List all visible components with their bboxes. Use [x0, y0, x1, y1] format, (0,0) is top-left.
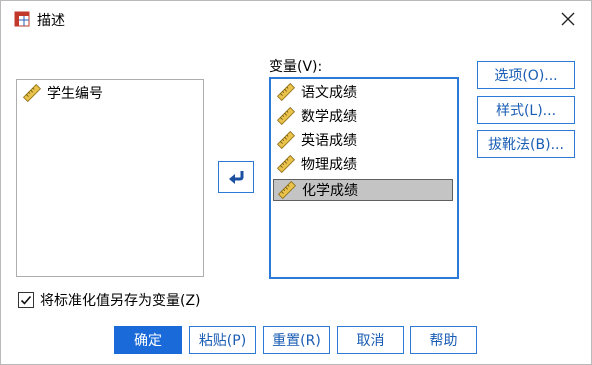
help-button[interactable]: 帮助: [410, 326, 477, 354]
window-title: 描述: [37, 13, 65, 29]
list-item-label: 化学成绩: [302, 183, 358, 199]
reset-button-label: 重置(R): [272, 333, 321, 349]
ok-button[interactable]: 确定: [114, 326, 182, 354]
title-bar: 描述: [1, 1, 591, 37]
ruler-scale-icon: [277, 131, 295, 149]
help-button-label: 帮助: [429, 333, 458, 349]
list-item-label: 语文成绩: [301, 85, 357, 101]
reset-button[interactable]: 重置(R): [263, 326, 330, 354]
ruler-scale-icon: [278, 181, 296, 199]
target-list-label: 变量(V):: [269, 59, 323, 75]
list-item[interactable]: 语文成绩: [273, 81, 453, 103]
paste-button-label: 粘贴(P): [198, 333, 247, 349]
standardize-checkbox[interactable]: [18, 292, 34, 308]
standardize-checkbox-label: 将标准化值另存为变量(Z): [40, 293, 201, 309]
arrow-back-left-icon: [229, 171, 244, 184]
cancel-button[interactable]: 取消: [337, 326, 404, 354]
bootstrap-button[interactable]: 拔靴法(B)...: [477, 130, 575, 158]
source-variable-list[interactable]: 学生编号: [16, 79, 204, 277]
list-item-label: 物理成绩: [301, 157, 357, 173]
ok-button-label: 确定: [134, 333, 162, 349]
list-item-label: 数学成绩: [301, 109, 357, 125]
ruler-scale-icon: [277, 155, 295, 173]
style-button[interactable]: 样式(L)...: [477, 96, 575, 124]
list-item[interactable]: 英语成绩: [273, 129, 453, 151]
ruler-scale-icon: [23, 84, 41, 102]
spss-table-icon: [14, 11, 30, 27]
style-button-label: 样式(L)...: [495, 103, 557, 119]
descriptives-dialog: 描述 学生编号 变量(V): 语文成绩 数学成绩 英语成绩 物理成绩 化学成绩 …: [0, 0, 592, 365]
bootstrap-button-label: 拔靴法(B)...: [488, 137, 564, 153]
list-item-label: 英语成绩: [301, 133, 357, 149]
ruler-scale-icon: [277, 107, 295, 125]
ruler-scale-icon: [277, 83, 295, 101]
list-item-selected[interactable]: 化学成绩: [273, 179, 453, 201]
options-button[interactable]: 选项(O)...: [477, 61, 575, 89]
paste-button[interactable]: 粘贴(P): [189, 326, 256, 354]
standardize-checkbox-row[interactable]: 将标准化值另存为变量(Z): [18, 290, 201, 310]
options-button-label: 选项(O)...: [494, 68, 558, 84]
target-variable-list[interactable]: 语文成绩 数学成绩 英语成绩 物理成绩 化学成绩: [269, 77, 459, 279]
list-item[interactable]: 学生编号: [19, 82, 103, 104]
cancel-button-label: 取消: [356, 333, 385, 349]
close-button[interactable]: [555, 6, 581, 32]
move-variable-button[interactable]: [218, 161, 254, 193]
list-item[interactable]: 物理成绩: [273, 153, 453, 175]
close-icon: [561, 12, 575, 26]
checkmark-icon: [20, 295, 32, 305]
list-item[interactable]: 数学成绩: [273, 105, 453, 127]
list-item-label: 学生编号: [47, 86, 103, 102]
